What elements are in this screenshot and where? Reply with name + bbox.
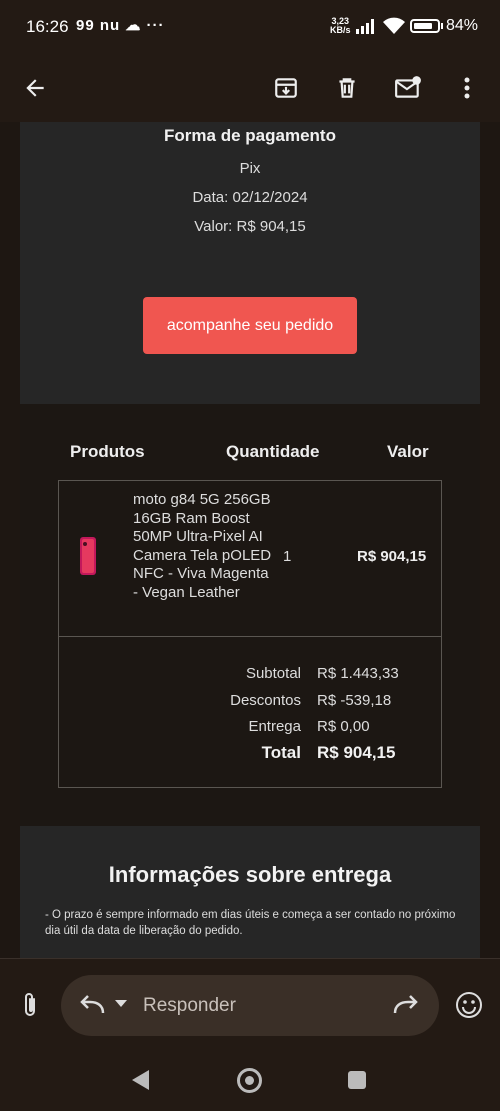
attachment-icon[interactable] — [14, 989, 46, 1021]
subtotal-label: Subtotal — [245, 665, 301, 682]
app-bar — [0, 54, 500, 122]
battery-percent: 84% — [446, 17, 479, 34]
payment-section: Forma de pagamento Pix Data: 02/12/2024 … — [20, 122, 480, 404]
nav-back-icon[interactable] — [132, 1070, 149, 1090]
emoji-icon[interactable] — [453, 989, 485, 1021]
more-icon[interactable] — [445, 66, 489, 110]
product-name[interactable]: moto g84 5G 256GB 16GB Ram Boost 50MP Ul… — [133, 491, 273, 602]
reply-box[interactable] — [61, 975, 439, 1036]
battery-icon — [410, 19, 440, 33]
order-table: moto g84 5G 256GB 16GB Ram Boost 50MP Ul… — [58, 480, 442, 788]
payment-method: Pix — [239, 160, 261, 177]
product-thumbnail — [80, 537, 96, 575]
status-time: 16:26 — [26, 17, 69, 36]
header-value: Valor — [387, 442, 429, 461]
discount-label: Descontos — [230, 692, 301, 709]
reply-input[interactable] — [143, 991, 363, 1021]
back-arrow-icon[interactable] — [13, 66, 57, 110]
product-price: R$ 904,15 — [357, 548, 427, 565]
products-section: Produtos Quantidade Valor moto g84 5G 25… — [20, 404, 480, 826]
shipping-label: Entrega — [248, 718, 301, 735]
payment-value: Valor: R$ 904,15 — [194, 218, 306, 235]
discount-value: R$ -539,18 — [317, 692, 392, 709]
reply-icon[interactable] — [77, 991, 107, 1017]
subtotal-value: R$ 1.443,33 — [317, 665, 399, 682]
signal-icon — [356, 19, 374, 34]
nav-home-icon[interactable] — [237, 1068, 262, 1093]
wifi-icon — [383, 17, 405, 34]
payment-date: Data: 02/12/2024 — [192, 189, 308, 206]
header-products: Produtos — [70, 442, 145, 461]
archive-icon[interactable] — [264, 66, 308, 110]
delete-icon[interactable] — [325, 66, 369, 110]
network-speed: 3,23 KB/s — [330, 16, 351, 35]
payment-title: Forma de pagamento — [164, 126, 336, 145]
delivery-section: Informações sobre entrega - O prazo é se… — [20, 826, 480, 958]
status-bar: 16:26 99 nu ☁ ··· 3,23 KB/s 84% — [0, 0, 500, 54]
shipping-value: R$ 0,00 — [317, 718, 370, 735]
reply-bar — [0, 958, 500, 1054]
delivery-text: - O prazo é sempre informado em dias úte… — [45, 909, 456, 937]
forward-icon[interactable] — [391, 991, 421, 1017]
total-label: Total — [261, 743, 301, 762]
chevron-down-icon[interactable] — [115, 1000, 127, 1007]
nav-recents-icon[interactable] — [348, 1071, 366, 1089]
table-row: moto g84 5G 256GB 16GB Ram Boost 50MP Ul… — [59, 481, 441, 637]
delivery-title: Informações sobre entrega — [108, 862, 392, 887]
product-quantity: 1 — [283, 548, 292, 565]
email-body: Forma de pagamento Pix Data: 02/12/2024 … — [20, 122, 480, 958]
track-order-button[interactable]: acompanhe seu pedido — [143, 297, 357, 354]
system-nav-bar — [0, 1054, 500, 1111]
total-value: R$ 904,15 — [317, 743, 396, 762]
notification-icons: 99 nu ☁ ··· — [76, 17, 165, 34]
mark-unread-icon[interactable] — [386, 66, 430, 110]
header-quantity: Quantidade — [226, 442, 320, 461]
